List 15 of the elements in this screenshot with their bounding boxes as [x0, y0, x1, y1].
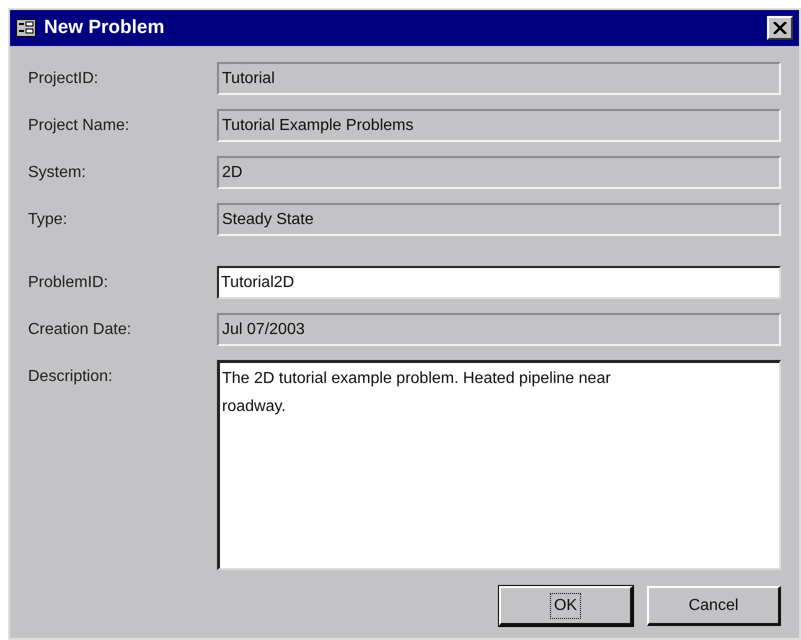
input-field[interactable]: Tutorial2D: [217, 266, 781, 299]
close-button[interactable]: [767, 16, 793, 40]
field-label: System:: [28, 162, 87, 182]
field-label: ProjectID:: [28, 68, 100, 88]
field-label: Type:: [28, 210, 68, 230]
field-label: Description:: [28, 366, 114, 386]
ok-button[interactable]: OK: [499, 586, 633, 626]
field-label: ProblemID:: [28, 272, 110, 292]
window-title: New Problem: [44, 16, 164, 40]
cancel-button[interactable]: Cancel: [647, 586, 781, 626]
field-label: Creation Date:: [28, 320, 132, 340]
description-field[interactable]: The 2D tutorial example problem. Heated pipeline near roadway.: [217, 360, 781, 570]
form-icon: [16, 19, 36, 37]
close-icon: [773, 22, 787, 34]
field-label: Project Name:: [28, 116, 130, 136]
